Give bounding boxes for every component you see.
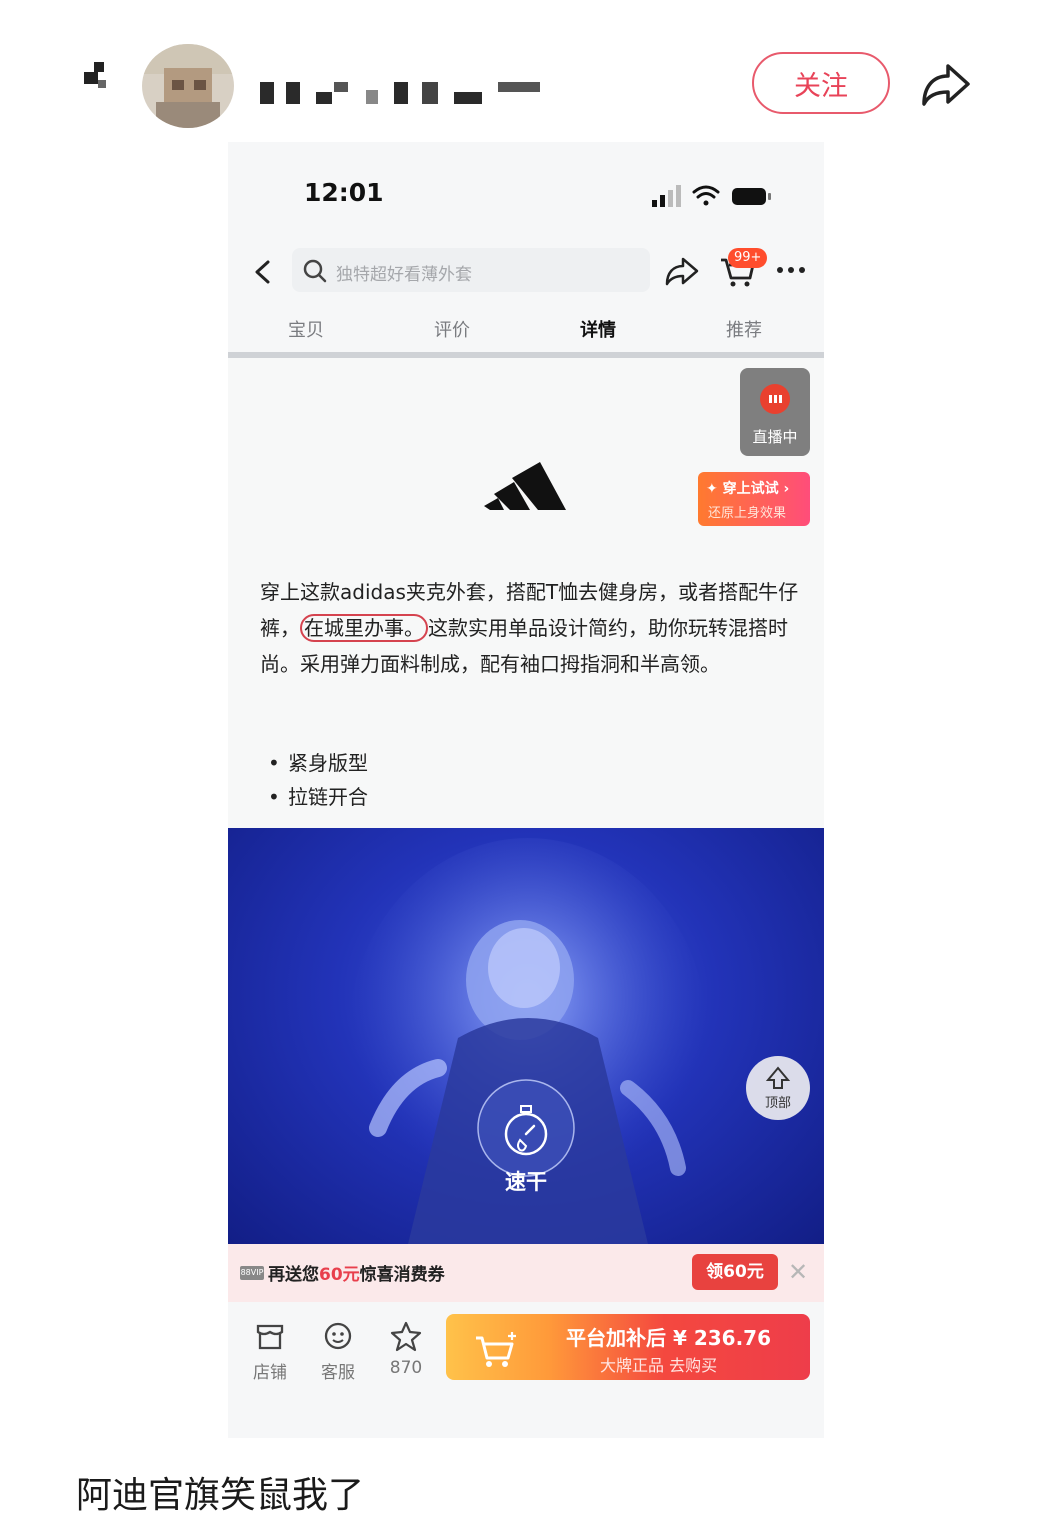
- tab-item[interactable]: 宝贝: [256, 316, 356, 342]
- buy-subtext: 大牌正品 去购买: [600, 1356, 718, 1375]
- try-on-button[interactable]: ✦ 穿上试试 › 还原上身效果: [698, 472, 810, 526]
- chat-icon: [324, 1322, 352, 1350]
- service-label: 客服: [321, 1363, 355, 1383]
- coupon-amount: 60元: [319, 1265, 360, 1285]
- signal-icon: [652, 185, 681, 207]
- live-label: 直播中: [752, 428, 798, 446]
- search-input[interactable]: 独特超好看薄外套: [292, 248, 650, 292]
- back-arrow-icon[interactable]: [248, 254, 278, 290]
- try-on-subtitle: 还原上身效果: [708, 506, 787, 521]
- battery-icon: [732, 188, 771, 205]
- product-description: 穿上这款adidas夹克外套，搭配T恤去健身房，或者搭配牛仔裤， 在城里办事。 这款…: [260, 574, 800, 682]
- highlighted-phrase: 在城里办事。: [300, 614, 428, 642]
- bottom-action-bar: 店铺 客服 870 平台加补后 ¥ 236.76 大牌正品 去购买: [228, 1302, 824, 1392]
- coupon-banner: 88VIP 再送您60元惊喜消费券 领60元 ✕: [228, 1244, 824, 1302]
- post-caption: 阿迪官旗笑鼠我了: [76, 1475, 365, 1516]
- username-pixelated[interactable]: [260, 78, 550, 108]
- wifi-icon: [692, 185, 720, 206]
- avatar[interactable]: [142, 44, 234, 128]
- star-icon: [390, 1321, 422, 1352]
- stopwatch-icon: [504, 1105, 548, 1156]
- claim-coupon-button[interactable]: 领60元: [692, 1254, 778, 1290]
- quick-dry-label: 速干: [505, 1170, 547, 1194]
- add-cart-icon: [476, 1332, 516, 1367]
- store-label: 店铺: [253, 1363, 287, 1383]
- back-to-top-button[interactable]: 顶部: [746, 1056, 810, 1120]
- follow-button[interactable]: 关注: [752, 52, 890, 114]
- favorite-button[interactable]: 870: [378, 1320, 434, 1378]
- arrow-up-icon: [765, 1066, 791, 1089]
- search-placeholder: 独特超好看薄外套: [336, 265, 472, 285]
- coupon-text: 再送您60元惊喜消费券: [268, 1260, 445, 1285]
- feature-list: 紧身版型 拉链开合: [264, 746, 564, 814]
- status-time: 12:01: [304, 178, 384, 207]
- store-icon: [256, 1324, 284, 1350]
- coupon-prefix: 再送您: [268, 1265, 319, 1285]
- tab-reviews[interactable]: 评价: [402, 316, 502, 342]
- quick-dry-feature: 速干: [476, 1100, 576, 1194]
- product-nav-bar: 独特超好看薄外套 99+: [228, 242, 824, 302]
- cart-count-badge: 99+: [728, 248, 768, 268]
- product-tabs: 宝贝 评价 详情 推荐: [228, 310, 824, 354]
- customer-service-button[interactable]: 客服: [310, 1320, 366, 1383]
- coupon-suffix: 惊喜消费券: [359, 1265, 445, 1285]
- post-header: 关注: [0, 0, 1060, 150]
- more-icon[interactable]: [774, 258, 808, 282]
- close-icon[interactable]: ✕: [788, 1258, 808, 1286]
- status-bar: 12:01: [228, 142, 824, 242]
- buy-now-button[interactable]: 平台加补后 ¥ 236.76 大牌正品 去购买: [446, 1314, 810, 1380]
- share-icon[interactable]: [664, 254, 700, 288]
- favorites-count: 870: [389, 1358, 423, 1378]
- feature-item: 紧身版型: [264, 746, 564, 780]
- tab-recommend[interactable]: 推荐: [694, 316, 794, 342]
- share-icon[interactable]: [918, 56, 974, 112]
- try-on-title: ✦ 穿上试试 ›: [706, 481, 790, 497]
- buy-price-text: 平台加补后 ¥ 236.76: [566, 1326, 772, 1350]
- feature-item: 拉链开合: [264, 780, 564, 814]
- live-icon: [760, 384, 790, 414]
- tab-details[interactable]: 详情: [548, 316, 648, 342]
- status-icons: [652, 182, 782, 212]
- search-icon: [303, 259, 327, 283]
- store-button[interactable]: 店铺: [242, 1320, 298, 1383]
- adidas-logo: [484, 460, 566, 514]
- to-top-label: 顶部: [764, 1096, 791, 1111]
- vip-icon: 88VIP: [240, 1266, 264, 1280]
- phone-screenshot: 12:01 独特超好看薄外套 99+ 宝贝 评价 详情 推荐 直播中 ✦ 穿上试…: [228, 142, 824, 1438]
- live-stream-button[interactable]: 直播中: [740, 368, 810, 456]
- back-icon[interactable]: [84, 62, 114, 96]
